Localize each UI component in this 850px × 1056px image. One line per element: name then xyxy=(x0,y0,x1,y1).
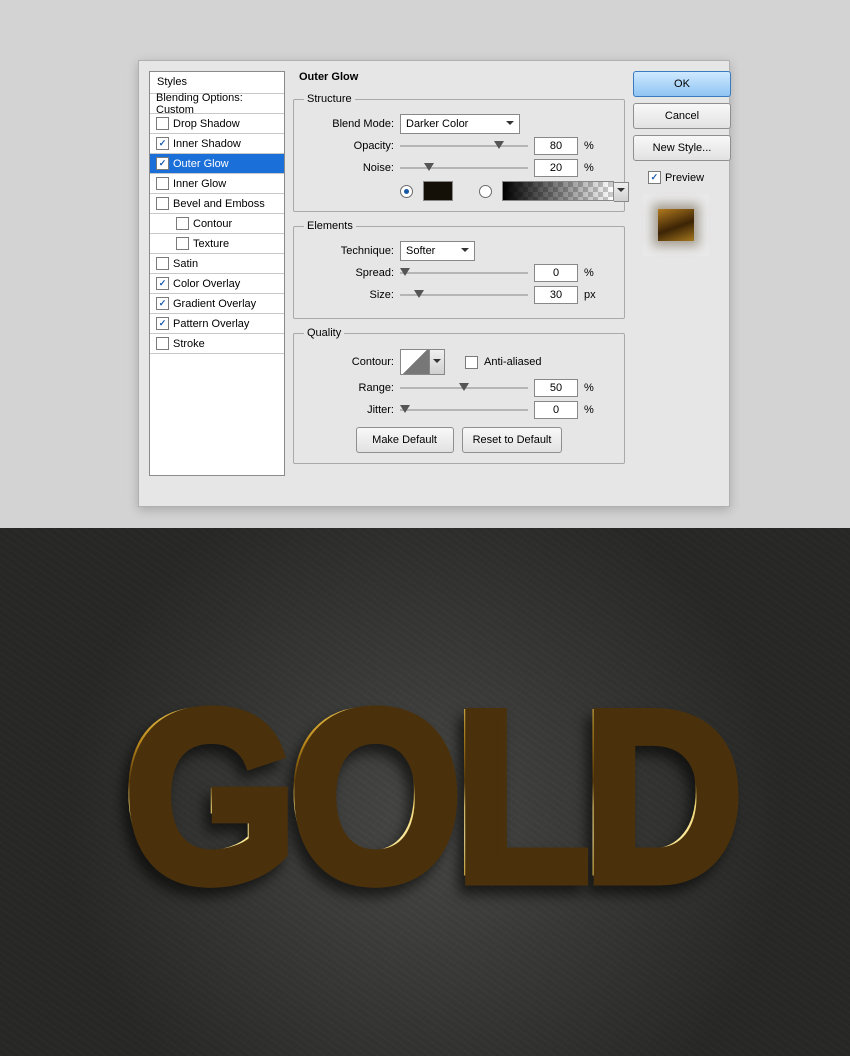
style-item-texture[interactable]: Texture xyxy=(150,234,284,254)
result-render: GOLD xyxy=(0,528,850,1056)
panel-title: Outer Glow xyxy=(293,71,625,83)
anti-aliased-checkbox[interactable] xyxy=(465,356,478,369)
style-checkbox[interactable] xyxy=(156,117,169,130)
opacity-value[interactable]: 80 xyxy=(534,137,578,155)
dialog-stage: Styles Blending Options: Custom Drop Sha… xyxy=(0,0,850,528)
size-slider[interactable] xyxy=(400,288,528,302)
style-label: Texture xyxy=(193,238,229,250)
ok-button[interactable]: OK xyxy=(633,71,731,97)
style-item-drop-shadow[interactable]: Drop Shadow xyxy=(150,114,284,134)
style-checkbox[interactable] xyxy=(156,157,169,170)
range-label: Range: xyxy=(304,382,394,394)
style-item-color-overlay[interactable]: Color Overlay xyxy=(150,274,284,294)
style-label: Gradient Overlay xyxy=(173,298,256,310)
quality-group: Quality Contour: Anti-aliased Range: 50 … xyxy=(293,327,625,464)
preview-label: Preview xyxy=(665,172,704,184)
noise-value[interactable]: 20 xyxy=(534,159,578,177)
spread-label: Spread: xyxy=(304,267,394,279)
anti-aliased-label: Anti-aliased xyxy=(484,356,541,368)
style-checkbox[interactable] xyxy=(156,197,169,210)
style-item-inner-glow[interactable]: Inner Glow xyxy=(150,174,284,194)
settings-column: Outer Glow Structure Blend Mode: Darker … xyxy=(293,71,625,496)
styles-list: Styles Blending Options: Custom Drop Sha… xyxy=(149,71,285,476)
contour-picker[interactable] xyxy=(400,349,430,375)
style-checkbox[interactable] xyxy=(156,177,169,190)
layer-style-dialog: Styles Blending Options: Custom Drop Sha… xyxy=(138,60,730,507)
style-label: Color Overlay xyxy=(173,278,240,290)
size-label: Size: xyxy=(304,289,394,301)
noise-slider[interactable] xyxy=(400,161,528,175)
contour-dropdown[interactable] xyxy=(430,349,445,375)
style-checkbox[interactable] xyxy=(156,277,169,290)
blending-options-row[interactable]: Blending Options: Custom xyxy=(150,94,284,114)
style-checkbox[interactable] xyxy=(156,257,169,270)
technique-select[interactable]: Softer xyxy=(400,241,475,261)
jitter-slider[interactable] xyxy=(400,403,528,417)
style-checkbox[interactable] xyxy=(156,137,169,150)
style-item-bevel-and-emboss[interactable]: Bevel and Emboss xyxy=(150,194,284,214)
style-checkbox[interactable] xyxy=(156,317,169,330)
technique-label: Technique: xyxy=(304,245,394,257)
structure-legend: Structure xyxy=(304,93,355,105)
style-label: Pattern Overlay xyxy=(173,318,249,330)
quality-legend: Quality xyxy=(304,327,344,339)
style-checkbox[interactable] xyxy=(156,297,169,310)
opacity-label: Opacity: xyxy=(304,140,394,152)
opacity-unit: % xyxy=(584,140,600,152)
spread-value[interactable]: 0 xyxy=(534,264,578,282)
elements-group: Elements Technique: Softer Spread: 0 % S… xyxy=(293,220,625,319)
spread-unit: % xyxy=(584,267,600,279)
contour-label: Contour: xyxy=(304,356,394,368)
style-checkbox[interactable] xyxy=(176,237,189,250)
size-value[interactable]: 30 xyxy=(534,286,578,304)
noise-label: Noise: xyxy=(304,162,394,174)
gold-text: GOLD xyxy=(119,653,731,931)
blend-mode-select[interactable]: Darker Color xyxy=(400,114,520,134)
glow-gradient-picker[interactable] xyxy=(502,181,614,201)
style-label: Bevel and Emboss xyxy=(173,198,265,210)
range-unit: % xyxy=(584,382,600,394)
jitter-unit: % xyxy=(584,404,600,416)
blending-options-label: Blending Options: Custom xyxy=(156,92,278,116)
noise-unit: % xyxy=(584,162,600,174)
style-item-inner-shadow[interactable]: Inner Shadow xyxy=(150,134,284,154)
style-item-outer-glow[interactable]: Outer Glow xyxy=(150,154,284,174)
spread-slider[interactable] xyxy=(400,266,528,280)
glow-color-radio[interactable] xyxy=(400,185,413,198)
glow-color-swatch[interactable] xyxy=(423,181,453,201)
preview-checkbox[interactable] xyxy=(648,171,661,184)
style-item-stroke[interactable]: Stroke xyxy=(150,334,284,354)
style-label: Stroke xyxy=(173,338,205,350)
preview-swatch xyxy=(643,194,709,256)
style-item-gradient-overlay[interactable]: Gradient Overlay xyxy=(150,294,284,314)
reset-default-button[interactable]: Reset to Default xyxy=(462,427,563,453)
range-slider[interactable] xyxy=(400,381,528,395)
range-value[interactable]: 50 xyxy=(534,379,578,397)
new-style-button[interactable]: New Style... xyxy=(633,135,731,161)
blend-mode-label: Blend Mode: xyxy=(304,118,394,130)
size-unit: px xyxy=(584,289,600,301)
style-item-pattern-overlay[interactable]: Pattern Overlay xyxy=(150,314,284,334)
jitter-label: Jitter: xyxy=(304,404,394,416)
style-label: Outer Glow xyxy=(173,158,229,170)
glow-gradient-radio[interactable] xyxy=(479,185,492,198)
style-label: Satin xyxy=(173,258,198,270)
style-checkbox[interactable] xyxy=(176,217,189,230)
style-label: Inner Glow xyxy=(173,178,226,190)
cancel-button[interactable]: Cancel xyxy=(633,103,731,129)
elements-legend: Elements xyxy=(304,220,356,232)
opacity-slider[interactable] xyxy=(400,139,528,153)
style-label: Contour xyxy=(193,218,232,230)
style-checkbox[interactable] xyxy=(156,337,169,350)
style-item-satin[interactable]: Satin xyxy=(150,254,284,274)
style-item-contour[interactable]: Contour xyxy=(150,214,284,234)
structure-group: Structure Blend Mode: Darker Color Opaci… xyxy=(293,93,625,212)
make-default-button[interactable]: Make Default xyxy=(356,427,454,453)
jitter-value[interactable]: 0 xyxy=(534,401,578,419)
style-label: Drop Shadow xyxy=(173,118,240,130)
style-label: Inner Shadow xyxy=(173,138,241,150)
dialog-buttons-column: OK Cancel New Style... Preview xyxy=(633,71,719,496)
